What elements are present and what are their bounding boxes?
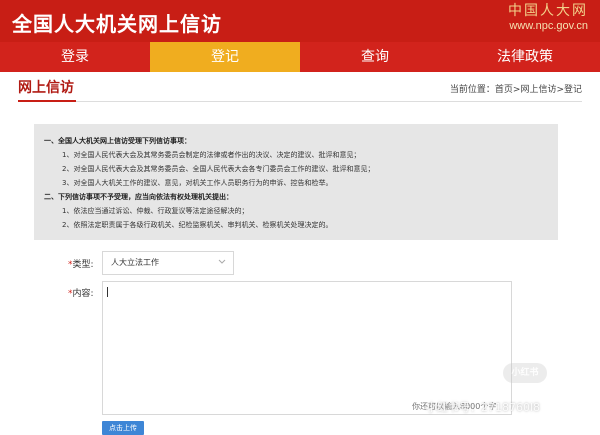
notice-item: 2、对全国人民代表大会及其常务委员会、全国人民代表大会各专门委员会工作的建议、批… [62, 165, 375, 173]
breadcrumb: 当前位置：首页>网上信访>登记 [449, 85, 582, 95]
nav-item-query[interactable]: 查询 [300, 42, 450, 72]
notice-box: 一、全国人大机关网上信访受理下列信访事项： 1、对全国人民代表大会及其常务委员会… [34, 124, 558, 240]
type-select[interactable]: 人大立法工作 [102, 251, 234, 275]
site-title: 全国人大机关网上信访 [12, 12, 222, 36]
section-header: 网上信访 当前位置：首页>网上信访>登记 [18, 77, 582, 102]
content-label: *内容: [68, 286, 94, 299]
content-textarea[interactable] [102, 281, 512, 415]
npc-logo[interactable]: 中国人大网 www.npc.gov.cn [508, 3, 588, 33]
content-label-text: 内容: [72, 289, 94, 299]
notice-item: 3、对全国人大机关工作的建议、意见，对机关工作人员职务行为的申诉、控告和检举。 [62, 179, 333, 187]
type-label: *类型: [68, 257, 94, 270]
text-cursor [107, 287, 108, 297]
main-nav: 登录 登记 查询 法律政策 [0, 42, 600, 72]
upload-button[interactable]: 点击上传 [102, 421, 144, 435]
notice-heading-accept: 一、全国人大机关网上信访受理下列信访事项： [44, 137, 191, 145]
watermark-badge: 小红书 [503, 363, 547, 383]
notice-item: 2、依照法定职责属于各级行政机关、纪检监察机关、审判机关、检察机关处理决定的。 [62, 221, 333, 229]
notice-item: 1、对全国人民代表大会及其常务委员会制定的法律或者作出的决议、决定的建议、批评和… [62, 151, 361, 159]
chevron-down-icon [218, 259, 226, 264]
watermark-text: 小红书号：2718760l8 [426, 401, 541, 414]
notice-item: 1、依法应当通过诉讼、仲裁、行政复议等法定途径解决的； [62, 207, 249, 215]
nav-item-register[interactable]: 登记 [150, 42, 300, 72]
type-select-value: 人大立法工作 [111, 258, 159, 267]
logo-url: www.npc.gov.cn [509, 20, 588, 32]
page-title: 网上信访 [18, 77, 76, 102]
notice-heading-reject: 二、下列信访事项不予受理，应当向依法有权处理机关提出： [44, 193, 233, 201]
type-label-text: 类型: [72, 260, 94, 270]
nav-item-law-policy[interactable]: 法律政策 [450, 42, 600, 72]
logo-name: 中国人大网 [508, 3, 588, 19]
site-header: 全国人大机关网上信访 中国人大网 www.npc.gov.cn [0, 0, 600, 42]
nav-item-login[interactable]: 登录 [0, 42, 150, 72]
